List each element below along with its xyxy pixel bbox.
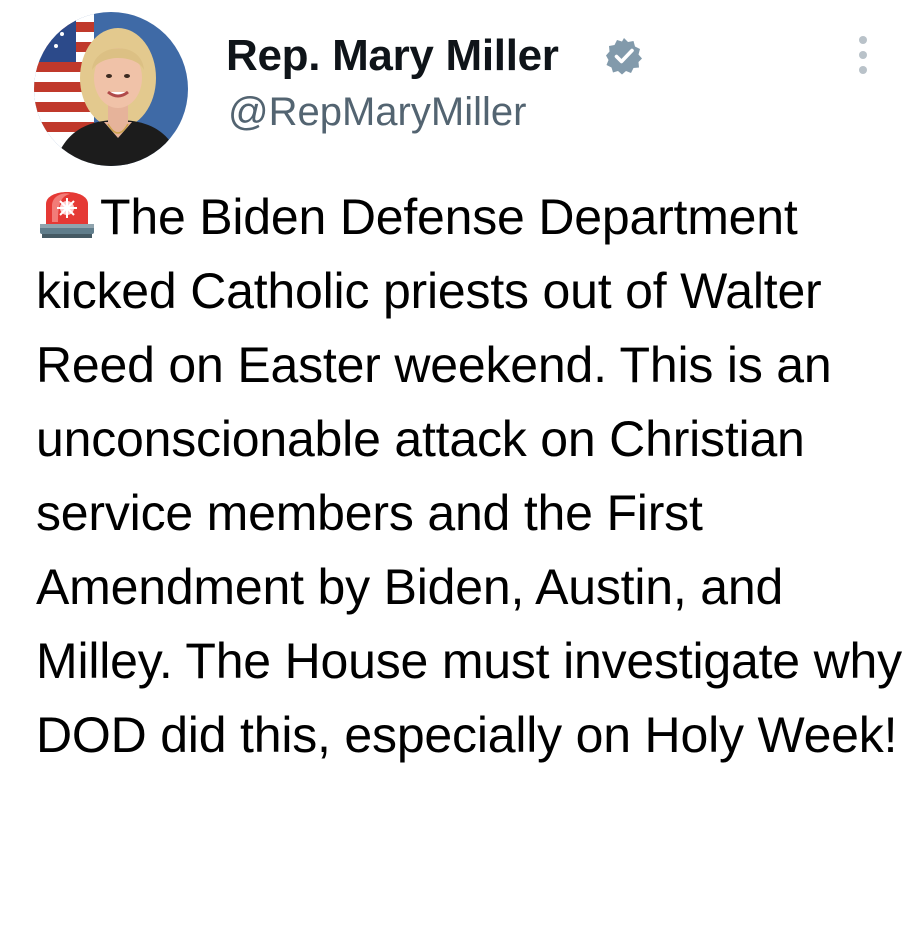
verified-badge-icon: [606, 38, 642, 75]
tweet: Rep. Mary Miller @RepMaryMiller The Bide…: [0, 0, 922, 925]
more-options-icon[interactable]: [846, 30, 880, 80]
avatar[interactable]: [34, 12, 188, 166]
tweet-body: The Biden Defense Department kicked Cath…: [36, 180, 906, 772]
tweet-text: The Biden Defense Department kicked Cath…: [36, 189, 902, 763]
author-handle[interactable]: @RepMaryMiller: [228, 86, 526, 138]
police-siren-icon: [40, 192, 94, 238]
author-display-name[interactable]: Rep. Mary Miller: [226, 28, 559, 84]
avatar-photo: [34, 12, 188, 166]
